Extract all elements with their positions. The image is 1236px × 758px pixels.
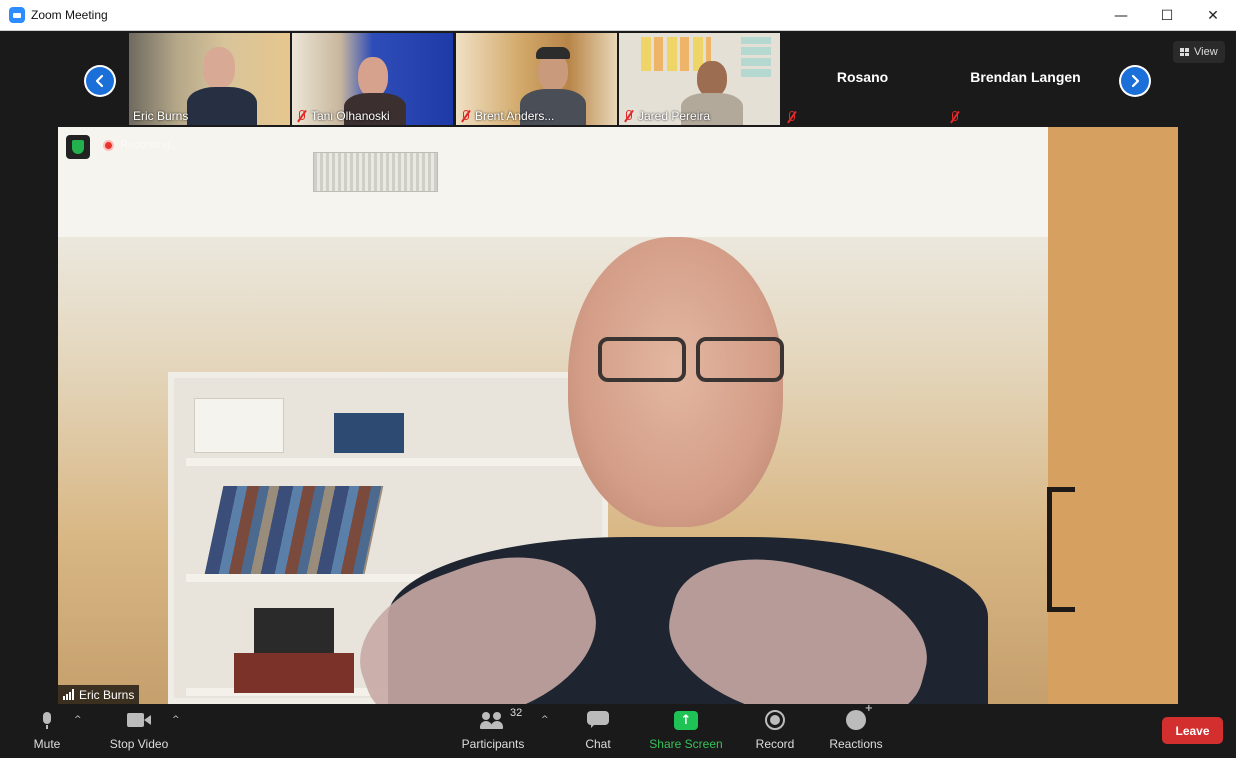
video-camera-icon: [127, 713, 151, 727]
mic-muted-icon: [460, 110, 471, 122]
reactions-button[interactable]: Reactions: [826, 703, 886, 758]
participants-options-caret-icon[interactable]: ^: [541, 715, 549, 725]
audio-options-caret-icon[interactable]: ^: [74, 715, 82, 725]
mic-muted-icon: [623, 110, 634, 122]
participant-name: Rosano: [836, 69, 889, 85]
participant-face: [697, 61, 727, 97]
tile-caption: Jared Pereira: [623, 109, 710, 123]
record-button[interactable]: Record: [752, 707, 798, 758]
video-wall: [1048, 127, 1178, 704]
chat-label: Chat: [585, 737, 611, 751]
shelf-row: [186, 458, 596, 466]
participant-name: Brendan Langen: [970, 69, 1081, 85]
participants-icon: [480, 711, 506, 729]
participant-body: [187, 87, 257, 125]
mic-muted-icon: [786, 111, 797, 123]
speaker-name: Eric Burns: [79, 687, 135, 702]
chat-button[interactable]: Chat: [580, 707, 616, 758]
minimize-button[interactable]: —: [1098, 0, 1144, 31]
reactions-label: Reactions: [829, 737, 883, 751]
view-label: View: [1194, 46, 1218, 58]
share-screen-button[interactable]: ↑ Share Screen: [648, 707, 724, 758]
video-vent: [313, 152, 438, 192]
share-screen-label: Share Screen: [649, 737, 723, 751]
active-speaker-video: [58, 127, 1178, 704]
mute-label: Mute: [33, 737, 61, 751]
close-button[interactable]: ✕: [1190, 0, 1236, 31]
gallery-next-button[interactable]: [1119, 65, 1151, 97]
tile-caption: [786, 111, 797, 123]
gallery-tile[interactable]: Rosano: [782, 33, 943, 125]
shelf-box: [334, 413, 404, 453]
participants-count: 32: [510, 707, 523, 719]
stop-video-label: Stop Video: [109, 737, 169, 751]
maximize-button[interactable]: ☐: [1144, 0, 1190, 31]
participant-cap: [536, 47, 570, 59]
participant-face: [358, 57, 388, 97]
shelf-books: [204, 486, 384, 574]
speaker-name-tag: Eric Burns: [58, 685, 140, 704]
participants-label: Participants: [461, 737, 525, 751]
tile-caption: Eric Burns: [133, 109, 188, 123]
view-button[interactable]: View: [1173, 41, 1225, 63]
gallery-tile[interactable]: Tani Olhanoski: [292, 33, 453, 125]
tile-caption: Brent Anders...: [460, 109, 554, 123]
recording-label: Recording...: [120, 139, 180, 151]
gallery-prev-button[interactable]: [84, 65, 116, 97]
video-picture-frame: [1047, 487, 1075, 612]
participants-button[interactable]: 32 Participants: [458, 707, 528, 758]
shelf-box: [254, 608, 334, 658]
encryption-shield-icon[interactable]: [66, 135, 90, 159]
shelf-box: [234, 653, 354, 693]
recording-dot-icon: [103, 139, 114, 151]
leave-button[interactable]: Leave: [1162, 717, 1223, 744]
mic-muted-icon: [296, 110, 307, 122]
mic-muted-icon: [949, 111, 960, 123]
record-label: Record: [755, 737, 795, 751]
zoom-app-icon: [9, 7, 25, 23]
gallery-tile[interactable]: Brendan Langen: [945, 33, 1106, 125]
video-options-caret-icon[interactable]: ^: [172, 715, 180, 725]
smiley-icon: [846, 703, 873, 730]
recording-indicator: Recording...: [103, 139, 179, 151]
participant-name: Brent Anders...: [475, 109, 555, 123]
gallery-tile[interactable]: Jared Pereira: [619, 33, 780, 125]
window-controls: — ☐ ✕: [1098, 0, 1236, 31]
sticky-notes: [741, 37, 771, 77]
chat-bubble-icon: [587, 711, 609, 729]
signal-strength-icon: [63, 689, 74, 700]
speaker-head: [568, 237, 783, 527]
meeting-toolbar: Mute ^ Stop Video ^ 32 Participants ^ Ch…: [0, 703, 1236, 758]
chevron-left-icon: [86, 67, 114, 95]
participant-name: Eric Burns: [133, 109, 189, 123]
speaker-glasses: [598, 337, 788, 382]
video-ceiling: [58, 127, 1178, 237]
record-icon: [765, 710, 785, 730]
gallery-strip: Eric Burns Tani Olhanoski Brent Anders..…: [0, 33, 1236, 126]
window-title: Zoom Meeting: [31, 8, 108, 22]
tile-caption: Tani Olhanoski: [296, 109, 390, 123]
grid-view-icon: [1180, 48, 1189, 56]
stop-video-button[interactable]: Stop Video: [108, 707, 170, 758]
participant-name: Tani Olhanoski: [311, 109, 390, 123]
microphone-icon: [42, 712, 52, 729]
meeting-area: Eric Burns Tani Olhanoski Brent Anders..…: [0, 31, 1236, 707]
gallery-tile[interactable]: Eric Burns: [129, 33, 290, 125]
window-titlebar: Zoom Meeting — ☐ ✕: [0, 0, 1236, 31]
tile-caption: [949, 111, 960, 123]
mute-button[interactable]: Mute: [30, 707, 64, 758]
participant-name: Jared Pereira: [638, 109, 711, 123]
participant-face: [203, 47, 235, 89]
shelf-box: [194, 398, 284, 453]
chevron-right-icon: [1121, 67, 1149, 95]
gallery-tile[interactable]: Brent Anders...: [456, 33, 617, 125]
share-screen-icon: ↑: [674, 710, 698, 730]
